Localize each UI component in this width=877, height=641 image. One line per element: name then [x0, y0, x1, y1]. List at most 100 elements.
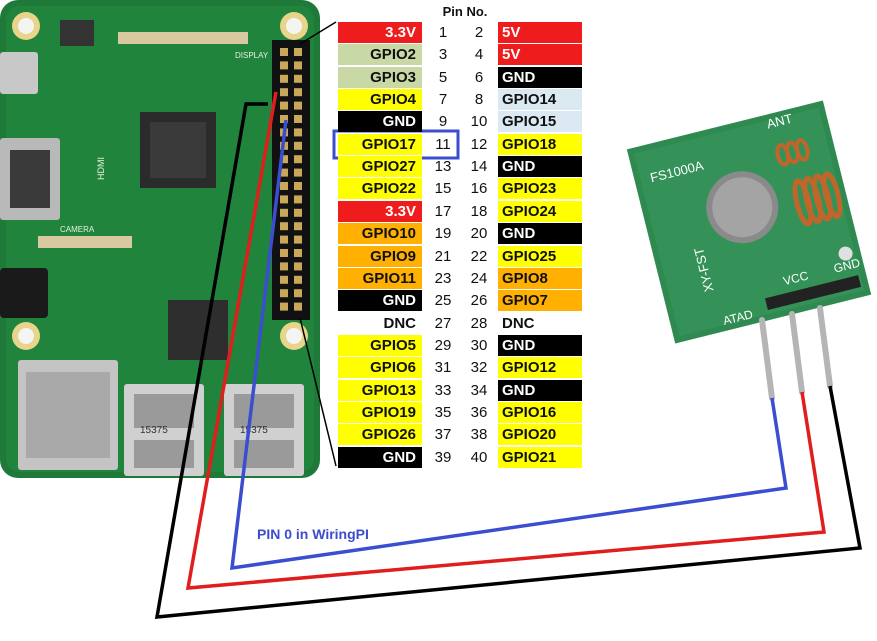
pin-label-right: GND: [498, 379, 582, 401]
pin-number-left: 37: [434, 426, 452, 444]
header-pin: [294, 48, 302, 56]
pin-row: GPIO9 21 22 GPIO25: [338, 245, 584, 268]
pin-row: GPIO27 13 14 GND: [338, 156, 584, 178]
header-pin: [294, 302, 302, 311]
pin-number-right: 32: [470, 359, 488, 377]
pin-label-right: GND: [498, 334, 582, 356]
pin-label-left: 3.3V: [338, 22, 422, 43]
pin-label-left: GPIO6: [338, 357, 422, 379]
pin-number-left: 13: [434, 158, 452, 176]
pin-number-right: 12: [470, 135, 488, 153]
pin-label-left: GPIO22: [338, 178, 422, 200]
pin-label-left: 3.3V: [338, 200, 422, 222]
pin-label-left: GPIO9: [338, 245, 422, 267]
pin-number-left: 15: [434, 180, 452, 198]
pin-label-right: GPIO18: [498, 133, 582, 155]
rf-transmitter-module: FS1000A ANT XY-FST ATAD VCC GND: [626, 100, 872, 344]
display-label: DISPLAY: [235, 51, 269, 60]
pin-number-right: 30: [470, 336, 488, 354]
pin-number-right: 40: [470, 448, 488, 466]
pin-label-left: GND: [338, 290, 422, 312]
wiringpi-annotation: PIN 0 in WiringPI: [257, 526, 369, 542]
pin-number-right: 22: [470, 247, 488, 265]
pin-row: 3.3V 1 2 5V: [338, 22, 584, 44]
pin-number-right: 34: [470, 381, 488, 399]
pin-number-left: 7: [438, 91, 448, 109]
pin-label-right: GPIO7: [498, 290, 582, 312]
header-pin: [294, 262, 302, 271]
header-pin: [280, 74, 288, 83]
header-pin: [280, 182, 288, 190]
header-pin: [294, 115, 302, 123]
pin-number-left: 21: [434, 247, 452, 265]
pin-number-right: 8: [474, 91, 484, 109]
pin-number-right: 2: [474, 24, 484, 41]
pin-row: GND 25 26 GPIO7: [338, 290, 584, 312]
header-pin: [280, 48, 288, 56]
pin-number-right: 24: [470, 269, 488, 287]
pin-label-left: GPIO13: [338, 379, 422, 401]
pin-label-left: DNC: [338, 312, 422, 334]
pin-label-right: GPIO24: [498, 200, 582, 222]
header-pin: [294, 235, 302, 244]
pin-row: GPIO11 23 24 GPIO8: [338, 267, 584, 290]
pin-row: GPIO13 33 34 GND: [338, 379, 584, 402]
pin-number-right: 38: [470, 426, 488, 444]
pin-label-left: GPIO4: [338, 89, 422, 111]
header-pin: [294, 249, 302, 257]
pin-number-left: 9: [438, 113, 448, 131]
pin-label-right: GPIO23: [498, 178, 582, 200]
pin-number-left: 17: [434, 202, 452, 220]
pin-row: GND 9 10 GPIO15: [338, 111, 584, 133]
pin-number-left: 27: [434, 314, 452, 332]
pin-row: GPIO17 11 12 GPIO18: [338, 133, 584, 156]
usb-port-1: 15375: [124, 384, 204, 476]
pin-row: 3.3V 17 18 GPIO24: [338, 200, 584, 223]
pin-row: GND 39 40 GPIO21: [338, 446, 584, 469]
hdmi-label: HDMI: [96, 157, 106, 180]
pin-label-left: GPIO5: [338, 334, 422, 356]
header-pin: [280, 275, 288, 284]
pin-label-right: DNC: [498, 312, 582, 334]
header-pin: [280, 61, 288, 70]
header-pin: [280, 101, 288, 110]
pin-number-right: 16: [470, 180, 488, 198]
usb-controller-chip: [168, 300, 228, 360]
pin-number-right: 4: [474, 46, 484, 64]
pin-label-right: GPIO14: [498, 89, 582, 111]
pin-label-right: GND: [498, 66, 582, 88]
pin-label-left: GPIO3: [338, 66, 422, 88]
camera-label: CAMERA: [60, 225, 95, 234]
pin-label-right: GPIO12: [498, 357, 582, 379]
header-pin: [294, 195, 302, 204]
pin-label-right: 5V: [498, 44, 582, 66]
audio-jack: [0, 268, 48, 318]
header-pin: [280, 289, 288, 298]
header-pin: [294, 155, 302, 164]
header-pin: [294, 128, 302, 137]
pin-number-right: 6: [474, 68, 484, 86]
pin-label-right: GND: [498, 223, 582, 245]
header-pin: [294, 101, 302, 110]
usb-label-1: 15375: [140, 425, 168, 436]
pin-label-left: GPIO17: [338, 133, 422, 155]
pin-number-left: 25: [434, 292, 452, 310]
header-pin: [294, 74, 302, 83]
header-pin: [294, 141, 302, 150]
pin-number-right: 20: [470, 225, 488, 243]
pin-number-left: 35: [434, 403, 452, 421]
pin-label-right: GND: [498, 156, 582, 178]
pin-label-right: GPIO21: [498, 446, 582, 468]
pin-row: GPIO10 19 20 GND: [338, 223, 584, 245]
pin-label-right: 5V: [498, 22, 582, 43]
header-pin: [280, 222, 288, 231]
pin-label-left: GND: [338, 446, 422, 468]
usb-label-2: 15375: [240, 425, 268, 436]
pin-label-left: GPIO10: [338, 223, 422, 245]
pin-number-left: 19: [434, 225, 452, 243]
pin-label-left: GPIO11: [338, 267, 422, 289]
pin-number-left: 39: [434, 448, 452, 466]
pin-number-right: 26: [470, 292, 488, 310]
pin-number-right: 14: [470, 158, 488, 176]
pin-number-right: 36: [470, 403, 488, 421]
